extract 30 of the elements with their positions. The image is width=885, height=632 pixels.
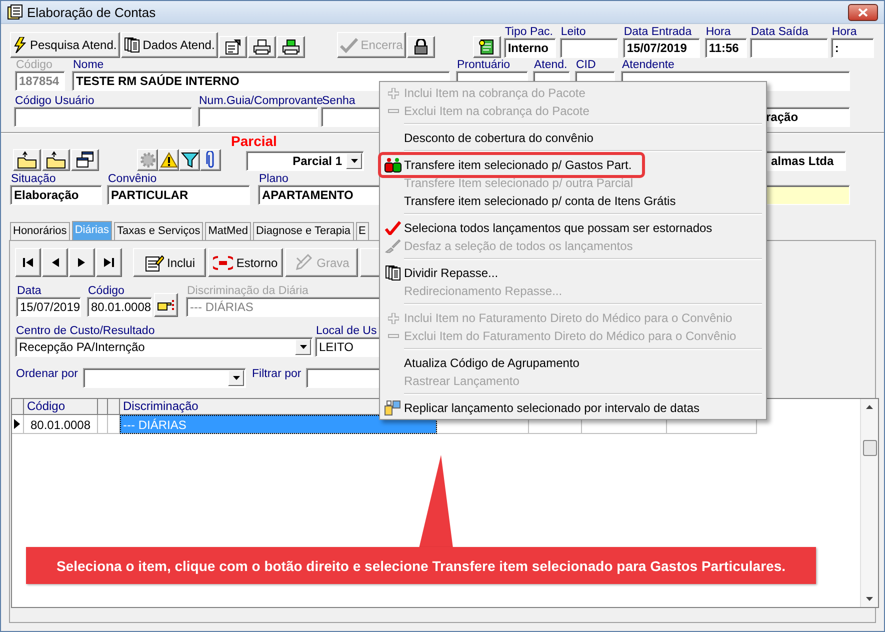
- field-label: Convênio: [108, 173, 157, 185]
- section-title: Parcial: [231, 134, 277, 148]
- field-label: Centro de Custo/Resultado: [16, 325, 155, 337]
- field-label: Atend.: [534, 59, 568, 71]
- window-title: Elaboração de Contas: [27, 4, 156, 20]
- table-cell: --- DIÁRIAS: [120, 415, 437, 434]
- field-label: Código: [88, 285, 124, 297]
- field-label: Hora: [706, 26, 731, 38]
- field-label: Local de Us: [316, 325, 377, 337]
- field-label: Data: [17, 285, 42, 297]
- field-label: Hora: [832, 26, 857, 38]
- field-label: Código: [16, 59, 52, 71]
- field-label: CID: [576, 59, 596, 71]
- field-label: Nome: [73, 59, 104, 71]
- field-label: Leito: [560, 26, 586, 38]
- field-label: Ordenar por: [16, 368, 78, 380]
- field-label: Filtrar por: [252, 368, 302, 380]
- field-label: Num.Guia/Comprovante: [199, 95, 323, 107]
- field-label: Prontuário: [457, 59, 510, 71]
- column-header: Código: [24, 399, 98, 415]
- field-label: Discriminação da Diária: [187, 285, 308, 297]
- field-label: Código Usuário: [15, 95, 94, 107]
- field-label: Data Entrada: [624, 26, 692, 38]
- field-label: Senha: [322, 95, 356, 107]
- field-label: Situação: [11, 173, 56, 185]
- field-label: Data Saída: [750, 26, 808, 38]
- field-label: Tipo Pac.: [504, 26, 553, 38]
- field-label: Atendente: [622, 59, 674, 71]
- field-label: Plano: [259, 173, 288, 185]
- table-cell: 80.01.0008: [24, 415, 98, 434]
